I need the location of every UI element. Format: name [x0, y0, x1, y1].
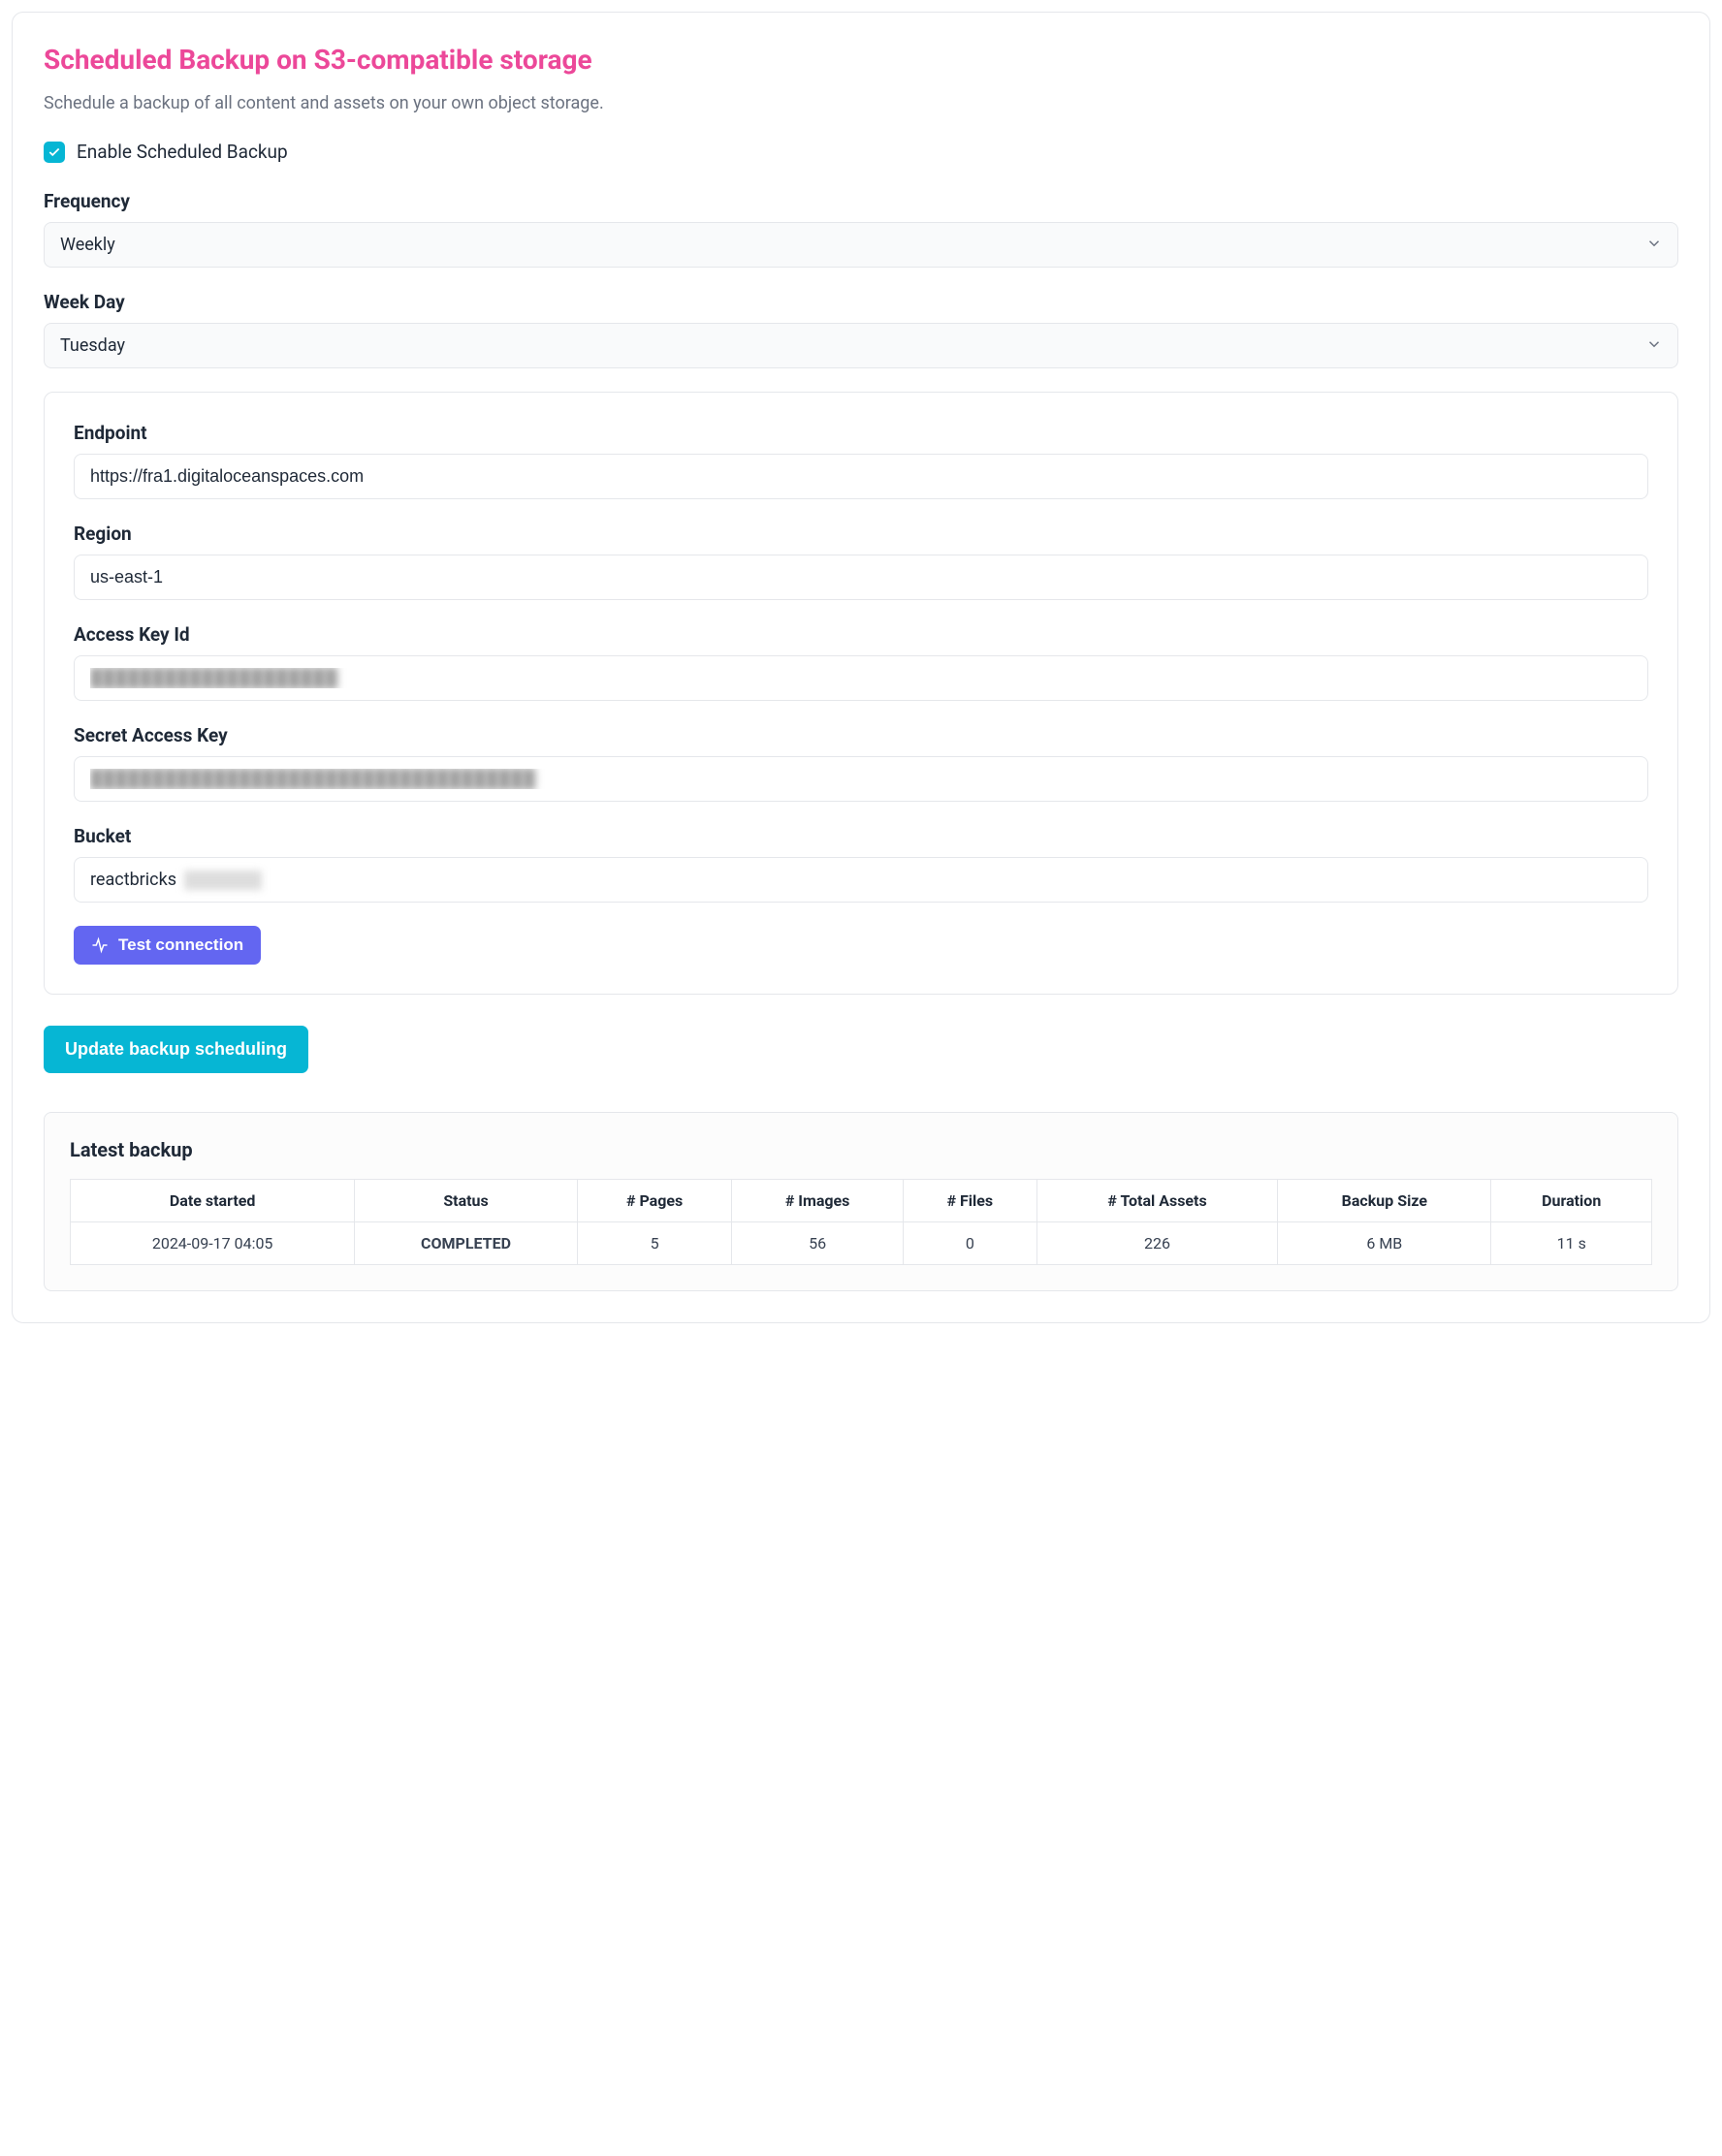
cell-pages: 5 — [577, 1222, 732, 1265]
weekday-select-wrapper: Tuesday — [44, 323, 1678, 368]
access-key-label: Access Key Id — [74, 623, 1648, 646]
cell-size: 6 MB — [1278, 1222, 1491, 1265]
backup-table: Date started Status # Pages # Images # F… — [70, 1179, 1652, 1265]
check-icon — [48, 145, 61, 159]
test-connection-label: Test connection — [118, 935, 243, 955]
bucket-visible-text: reactbricks — [90, 870, 176, 890]
weekday-select[interactable]: Tuesday — [44, 323, 1678, 368]
col-size: Backup Size — [1278, 1180, 1491, 1222]
region-label: Region — [74, 523, 1648, 545]
enable-backup-checkbox[interactable] — [44, 142, 65, 163]
enable-backup-row: Enable Scheduled Backup — [44, 141, 1678, 163]
frequency-select[interactable]: Weekly — [44, 222, 1678, 268]
col-date: Date started — [71, 1180, 355, 1222]
endpoint-label: Endpoint — [74, 422, 1648, 444]
test-connection-button[interactable]: Test connection — [74, 926, 261, 965]
weekday-label: Week Day — [44, 291, 1678, 313]
cell-files: 0 — [903, 1222, 1036, 1265]
secret-key-input[interactable] — [74, 756, 1648, 802]
latest-backup-section: Latest backup Date started Status # Page… — [44, 1112, 1678, 1291]
s3-config-box: Endpoint Region Access Key Id Secret Acc… — [44, 392, 1678, 995]
region-input[interactable] — [74, 555, 1648, 600]
update-scheduling-button[interactable]: Update backup scheduling — [44, 1026, 308, 1073]
table-header-row: Date started Status # Pages # Images # F… — [71, 1180, 1652, 1222]
col-images: # Images — [732, 1180, 903, 1222]
bucket-redacted-suffix — [184, 871, 262, 890]
col-pages: # Pages — [577, 1180, 732, 1222]
endpoint-input[interactable] — [74, 454, 1648, 499]
activity-icon — [91, 936, 109, 954]
cell-total: 226 — [1036, 1222, 1277, 1265]
col-status: Status — [355, 1180, 578, 1222]
enable-backup-label: Enable Scheduled Backup — [77, 141, 288, 163]
frequency-label: Frequency — [44, 190, 1678, 212]
cell-duration: 11 s — [1491, 1222, 1652, 1265]
cell-status: COMPLETED — [355, 1222, 578, 1265]
col-files: # Files — [903, 1180, 1036, 1222]
cell-date: 2024-09-17 04:05 — [71, 1222, 355, 1265]
page-subtitle: Schedule a backup of all content and ass… — [44, 93, 1678, 113]
update-scheduling-label: Update backup scheduling — [65, 1039, 287, 1060]
bucket-input[interactable]: reactbricks — [74, 857, 1648, 903]
latest-backup-title: Latest backup — [70, 1138, 1652, 1161]
col-duration: Duration — [1491, 1180, 1652, 1222]
backup-settings-panel: Scheduled Backup on S3-compatible storag… — [12, 12, 1710, 1323]
cell-images: 56 — [732, 1222, 903, 1265]
bucket-label: Bucket — [74, 825, 1648, 847]
access-key-input[interactable] — [74, 655, 1648, 701]
table-row: 2024-09-17 04:05 COMPLETED 5 56 0 226 6 … — [71, 1222, 1652, 1265]
secret-key-label: Secret Access Key — [74, 724, 1648, 746]
col-total: # Total Assets — [1036, 1180, 1277, 1222]
frequency-select-wrapper: Weekly — [44, 222, 1678, 268]
page-title: Scheduled Backup on S3-compatible storag… — [44, 44, 1678, 76]
